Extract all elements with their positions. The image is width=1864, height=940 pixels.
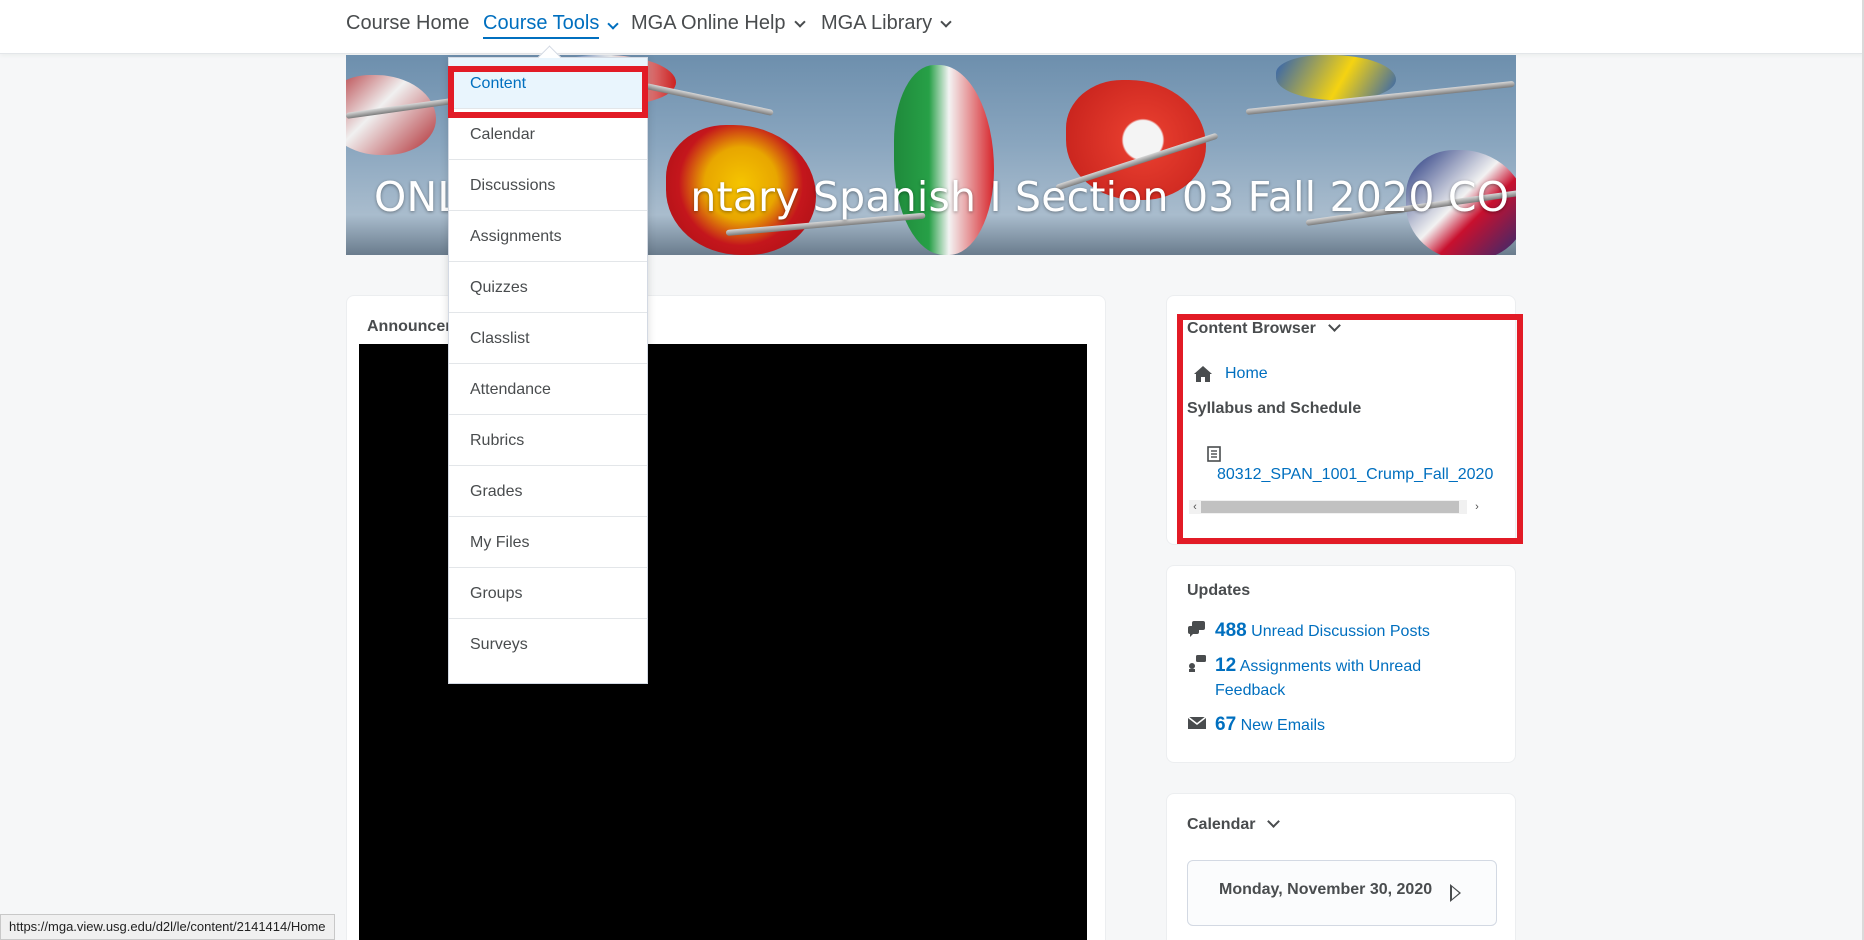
menu-item-content[interactable]: Content — [449, 58, 647, 109]
update-label-cont: Feedback — [1215, 682, 1286, 699]
flag-image — [894, 65, 994, 255]
menu-item-assignments[interactable]: Assignments — [449, 211, 647, 262]
home-icon — [1194, 366, 1212, 382]
course-title-right: ntary Spanish I Section 03 Fall 2020 CO — [690, 173, 1510, 221]
syllabus-file-link[interactable]: 80312_SPAN_1001_Crump_Fall_2020 — [1217, 466, 1493, 484]
assignment-feedback-icon — [1189, 655, 1206, 672]
chevron-down-icon[interactable] — [1328, 319, 1341, 332]
content-browser-widget: Content Browser Home Syllabus and Schedu… — [1166, 295, 1516, 545]
chevron-down-icon — [793, 15, 806, 28]
nav-course-home[interactable]: Course Home — [346, 12, 469, 35]
document-icon — [1207, 446, 1221, 462]
email-icon — [1187, 716, 1207, 729]
calendar-date: Monday, November 30, 2020 — [1219, 881, 1433, 898]
menu-item-calendar[interactable]: Calendar — [449, 109, 647, 160]
content-browser-title: Content Browser — [1187, 319, 1341, 338]
menu-item-discussions[interactable]: Discussions — [449, 160, 647, 211]
update-label: Unread Discussion Posts — [1251, 623, 1430, 640]
nav-course-tools[interactable]: Course Tools — [483, 12, 620, 39]
menu-item-quizzes[interactable]: Quizzes — [449, 262, 647, 313]
nav-mga-online-help[interactable]: MGA Online Help — [631, 12, 806, 35]
home-link[interactable]: Home — [1225, 365, 1268, 383]
chevron-down-icon — [940, 15, 952, 28]
nav-mga-library-label: MGA Library — [821, 12, 933, 34]
update-count: 67 — [1215, 714, 1237, 735]
update-label: Assignments with Unread — [1239, 658, 1422, 675]
browser-status-url: https://mga.view.usg.edu/d2l/le/content/… — [0, 914, 335, 940]
update-label: New Emails — [1240, 717, 1326, 734]
content-browser-title-text: Content Browser — [1187, 320, 1316, 337]
update-discussions-row[interactable]: 488 Unread Discussion Posts — [1187, 620, 1430, 642]
calendar-title-text: Calendar — [1187, 816, 1256, 833]
content-browser-home-row[interactable]: Home — [1193, 365, 1268, 383]
chevron-down-icon[interactable] — [1267, 815, 1281, 828]
horizontal-scrollbar[interactable]: ‹ › — [1189, 500, 1479, 514]
updates-widget: Updates 488 Unread Discussion Posts 12 A… — [1166, 565, 1516, 763]
calendar-widget: Calendar Monday, November 30, 2020 — [1166, 793, 1516, 940]
course-tools-menu: Content Calendar Discussions Assignments… — [448, 57, 648, 684]
next-day-icon[interactable] — [1450, 884, 1461, 902]
scroll-left-icon[interactable]: ‹ — [1189, 500, 1201, 514]
updates-title: Updates — [1187, 582, 1251, 599]
menu-item-my-files[interactable]: My Files — [449, 517, 647, 568]
scroll-thumb[interactable] — [1201, 501, 1459, 513]
nav-course-home-label: Course Home — [346, 12, 470, 34]
update-emails-row[interactable]: 67 New Emails — [1187, 714, 1325, 736]
nav-mga-library[interactable]: MGA Library — [821, 12, 952, 35]
scroll-right-icon[interactable]: › — [1471, 500, 1483, 514]
menu-item-rubrics[interactable]: Rubrics — [449, 415, 647, 466]
content-browser-section: Syllabus and Schedule — [1187, 400, 1362, 417]
calendar-title: Calendar — [1187, 815, 1281, 834]
nav-course-tools-label: Course Tools — [483, 12, 600, 39]
menu-item-surveys[interactable]: Surveys — [449, 619, 647, 670]
flag-pole — [645, 83, 774, 116]
discussion-icon — [1188, 621, 1205, 637]
menu-item-grades[interactable]: Grades — [449, 466, 647, 517]
chevron-down-icon — [607, 17, 620, 30]
announcements-title: Announcem — [367, 318, 460, 335]
nav-mga-online-help-label: MGA Online Help — [631, 12, 786, 34]
update-count: 488 — [1215, 620, 1247, 641]
flag-image — [1276, 55, 1396, 100]
update-assignments-row[interactable]: 12 Assignments with Unread Feedback — [1187, 654, 1421, 703]
calendar-date-box: Monday, November 30, 2020 — [1187, 860, 1497, 926]
menu-item-groups[interactable]: Groups — [449, 568, 647, 619]
menu-item-classlist[interactable]: Classlist — [449, 313, 647, 364]
menu-item-attendance[interactable]: Attendance — [449, 364, 647, 415]
update-count: 12 — [1215, 655, 1237, 676]
top-navigation: Course Home Course Tools MGA Online Help… — [0, 0, 1864, 54]
